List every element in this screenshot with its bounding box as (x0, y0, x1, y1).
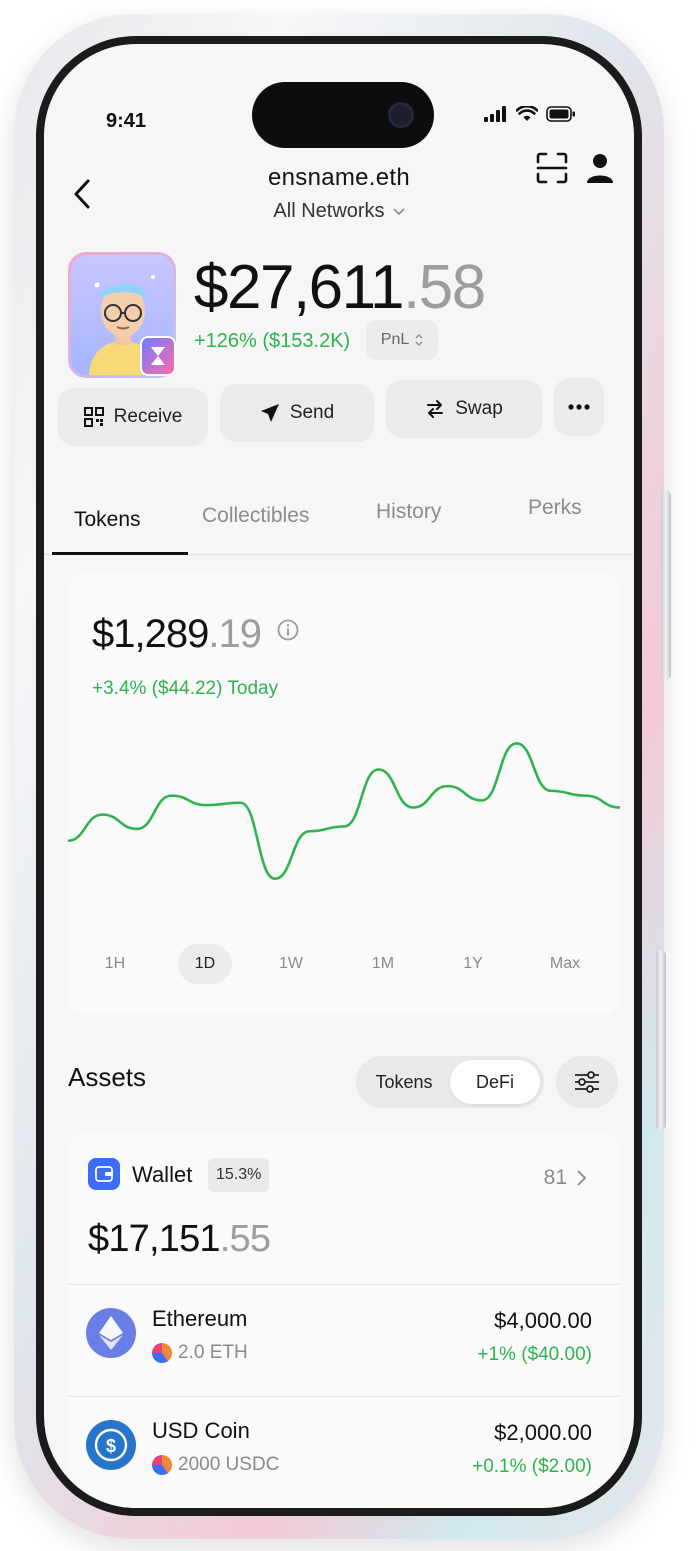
status-time: 9:41 (106, 110, 147, 132)
pnl-toggle[interactable]: PnL (366, 320, 438, 360)
assets-segment: Tokens DeFi (356, 1056, 544, 1108)
network-icon (152, 1343, 172, 1363)
scan-icon (536, 152, 568, 184)
sliders-icon (575, 1071, 599, 1093)
swap-icon (427, 400, 444, 418)
segment-tokens[interactable]: Tokens (360, 1060, 448, 1104)
chart-card: $1,289.19 +3.4% ($44.22) Today 1H 1D 1W 1M 1… (68, 572, 620, 1014)
hourglass-icon (151, 347, 165, 365)
pnl-change: +126% ($153.2K) (194, 330, 351, 352)
side-button (656, 950, 666, 1130)
token-value: $4,000.00 (494, 1308, 592, 1333)
token-name: Ethereum (152, 1306, 248, 1331)
send-label: Send (289, 402, 335, 423)
tab-perks[interactable]: Perks (528, 496, 582, 520)
total-balance: $27,611.58 (194, 252, 486, 323)
wallet-label: Wallet (132, 1162, 193, 1187)
wallet-balance-whole: $17,151 (88, 1218, 221, 1260)
row-divider (68, 1396, 620, 1397)
tab-indicator (52, 552, 188, 555)
network-selector[interactable]: All Networks (44, 200, 634, 223)
svg-text:$: $ (106, 1436, 116, 1456)
token-change: +1% ($40.00) (477, 1344, 592, 1365)
info-icon[interactable] (277, 619, 299, 641)
wallet-divider (68, 1284, 620, 1285)
range-1m[interactable]: 1M (356, 944, 410, 984)
pnl-label: PnL (380, 331, 410, 348)
wallet-card: Wallet 15.3% 81 $17,151.55 Ethereum 2.0 E… (68, 1132, 620, 1508)
dynamic-island (252, 82, 434, 148)
token-row[interactable]: $ USD Coin 2000 USDC $2,000.00 +0.1% ($2.00) (68, 1398, 620, 1508)
range-1d[interactable]: 1D (178, 944, 232, 984)
token-name: USD Coin (152, 1418, 250, 1443)
token-value: $2,000.00 (494, 1420, 592, 1445)
chart-change: +3.4% ($44.22) Today (92, 678, 279, 699)
send-button[interactable]: Send (220, 384, 374, 442)
battery-icon (546, 106, 575, 122)
ethereum-icon (86, 1308, 136, 1358)
receive-label: Receive (113, 406, 183, 427)
qr-code-icon (83, 407, 104, 427)
network-icon (152, 1455, 172, 1475)
segment-defi[interactable]: DeFi (450, 1060, 540, 1104)
status-icons (484, 106, 576, 122)
more-icon (568, 404, 590, 410)
chart-value-cents: .19 (208, 612, 262, 656)
tab-history[interactable]: History (376, 500, 441, 524)
range-max[interactable]: Max (538, 944, 592, 984)
chart-value: $1,289.19 (92, 612, 299, 657)
user-icon (587, 154, 613, 183)
tab-collectibles[interactable]: Collectibles (202, 504, 309, 528)
receive-button[interactable]: Receive (58, 388, 208, 446)
send-icon (260, 404, 279, 422)
usdc-icon: $ (86, 1420, 136, 1470)
series-line (68, 742, 620, 881)
balance-whole: $27,611 (194, 253, 405, 322)
sort-icon (415, 334, 423, 346)
token-amount: 2000 USDC (152, 1454, 279, 1476)
assets-title: Assets (68, 1062, 147, 1092)
filter-button[interactable] (556, 1056, 618, 1108)
range-1h[interactable]: 1H (88, 944, 142, 984)
tab-tokens[interactable]: Tokens (74, 508, 141, 532)
token-row[interactable]: Ethereum 2.0 ETH $4,000.00 +1% ($40.00) (68, 1286, 620, 1396)
wifi-icon (516, 106, 538, 121)
power-button (661, 490, 671, 680)
swap-button[interactable]: Swap (386, 380, 542, 438)
profile-button[interactable] (580, 146, 620, 190)
phone-screen: 9:41 ensname.eth All Networks $27,611.58… (44, 44, 634, 1508)
chevron-right-icon (577, 1170, 586, 1186)
token-change: +0.1% ($2.00) (472, 1456, 592, 1477)
range-1w[interactable]: 1W (264, 944, 318, 984)
network-label: All Networks (273, 200, 385, 222)
more-button[interactable] (554, 378, 604, 436)
signal-icon (484, 106, 506, 122)
balance-cents: .58 (403, 253, 486, 322)
chart-value-whole: $1,289 (92, 612, 209, 656)
wallet-balance: $17,151.55 (88, 1218, 271, 1261)
token-amount: 2.0 ETH (152, 1342, 248, 1364)
chevron-down-icon (392, 207, 405, 215)
wallet-count-link[interactable]: 81 (544, 1166, 586, 1190)
wallet-count: 81 (543, 1166, 567, 1189)
wallet-percent-badge: 15.3% (208, 1158, 270, 1192)
swap-label: Swap (455, 398, 503, 419)
price-chart[interactable] (68, 712, 620, 932)
range-1y[interactable]: 1Y (446, 944, 500, 984)
wallet-balance-cents: .55 (219, 1218, 271, 1260)
token-amount-text: 2000 USDC (178, 1454, 280, 1475)
token-amount-text: 2.0 ETH (178, 1342, 248, 1363)
scan-button[interactable] (530, 146, 574, 190)
tab-bar: Tokens Collectibles History Perks (44, 488, 634, 558)
wallet-icon (88, 1158, 120, 1190)
avatar-badge (140, 336, 176, 376)
